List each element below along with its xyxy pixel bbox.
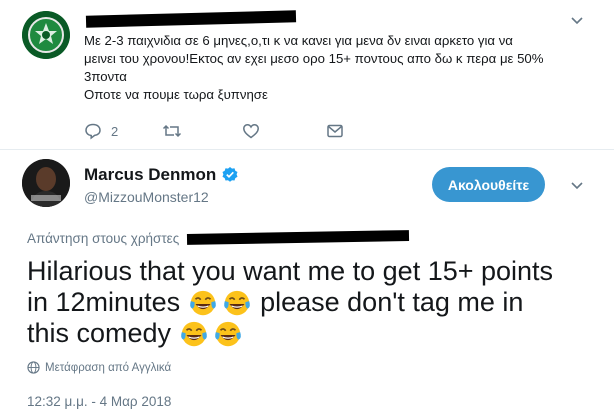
reply-line: μεινει του χρονου!Εκτος αν εχει μεσο ορο…: [84, 51, 544, 66]
tweet-line: this comedy: [27, 318, 597, 349]
reply-action[interactable]: 2: [84, 122, 162, 140]
retweet-action[interactable]: [162, 122, 242, 140]
author-name[interactable]: Marcus Denmon: [84, 165, 216, 185]
tears-of-joy-emoji-icon: [188, 288, 218, 318]
author-handle[interactable]: @MizzouMonster12: [84, 189, 209, 205]
tweet-divider: [0, 149, 614, 150]
tears-of-joy-emoji-icon: [213, 319, 243, 349]
reply-count: 2: [111, 123, 119, 139]
chevron-down-icon[interactable]: [570, 179, 584, 195]
message-action[interactable]: [326, 122, 346, 140]
replying-to-label: Απάντηση στους χρήστες: [27, 231, 180, 246]
redacted-username: [85, 10, 297, 28]
author-photo: [22, 159, 70, 207]
chevron-down-icon[interactable]: [570, 14, 584, 30]
globe-icon: [27, 361, 40, 374]
author-name-row[interactable]: Marcus Denmon: [84, 165, 239, 185]
message-icon: [327, 124, 343, 138]
club-crest-icon: [22, 11, 70, 59]
translate-label[interactable]: Μετάφραση από Αγγλικά: [45, 362, 171, 374]
like-icon: [243, 124, 259, 139]
verified-badge-icon: [222, 167, 238, 182]
reply-icon: [85, 123, 101, 140]
like-action[interactable]: [242, 122, 326, 140]
tweet-line: in 12minutes please don't tag me in: [27, 287, 597, 318]
redacted-mentions: [186, 230, 410, 245]
reply-line: 3ποντα: [84, 69, 127, 84]
author-avatar[interactable]: [22, 159, 70, 207]
tweet-line: Hilarious that you want me to get 15+ po…: [27, 256, 597, 287]
reply-line: Με 2-3 παιχνιδια σε 6 μηνες,ο,τι κ να κα…: [84, 33, 513, 48]
replier-avatar[interactable]: [22, 11, 70, 59]
reply-tweet-text: Με 2-3 παιχνιδια σε 6 μηνες,ο,τι κ να κα…: [84, 32, 584, 104]
tweet-timestamp[interactable]: 12:32 μ.μ. - 4 Μαρ 2018: [27, 394, 171, 409]
tweet-line-text: please don't tag me in: [260, 287, 524, 317]
reply-line: Οποτε να πουμε τωρα ξυπνησε: [84, 87, 268, 102]
tweet-text: Hilarious that you want me to get 15+ po…: [27, 256, 597, 349]
replying-to: Απάντηση στους χρήστες: [27, 231, 179, 246]
tweet-line-text: this comedy: [27, 318, 172, 348]
tweet-line-text: Hilarious that you want me to get 15+ po…: [27, 256, 554, 286]
retweet-icon: [162, 124, 182, 138]
tears-of-joy-emoji-icon: [179, 319, 209, 349]
translate-link[interactable]: Μετάφραση από Αγγλικά: [27, 361, 171, 374]
tears-of-joy-emoji-icon: [222, 288, 252, 318]
reply-tweet-actions: 2: [84, 121, 346, 141]
tweet-line-text: in 12minutes: [27, 287, 181, 317]
following-button[interactable]: Ακολουθείτε: [432, 167, 545, 202]
